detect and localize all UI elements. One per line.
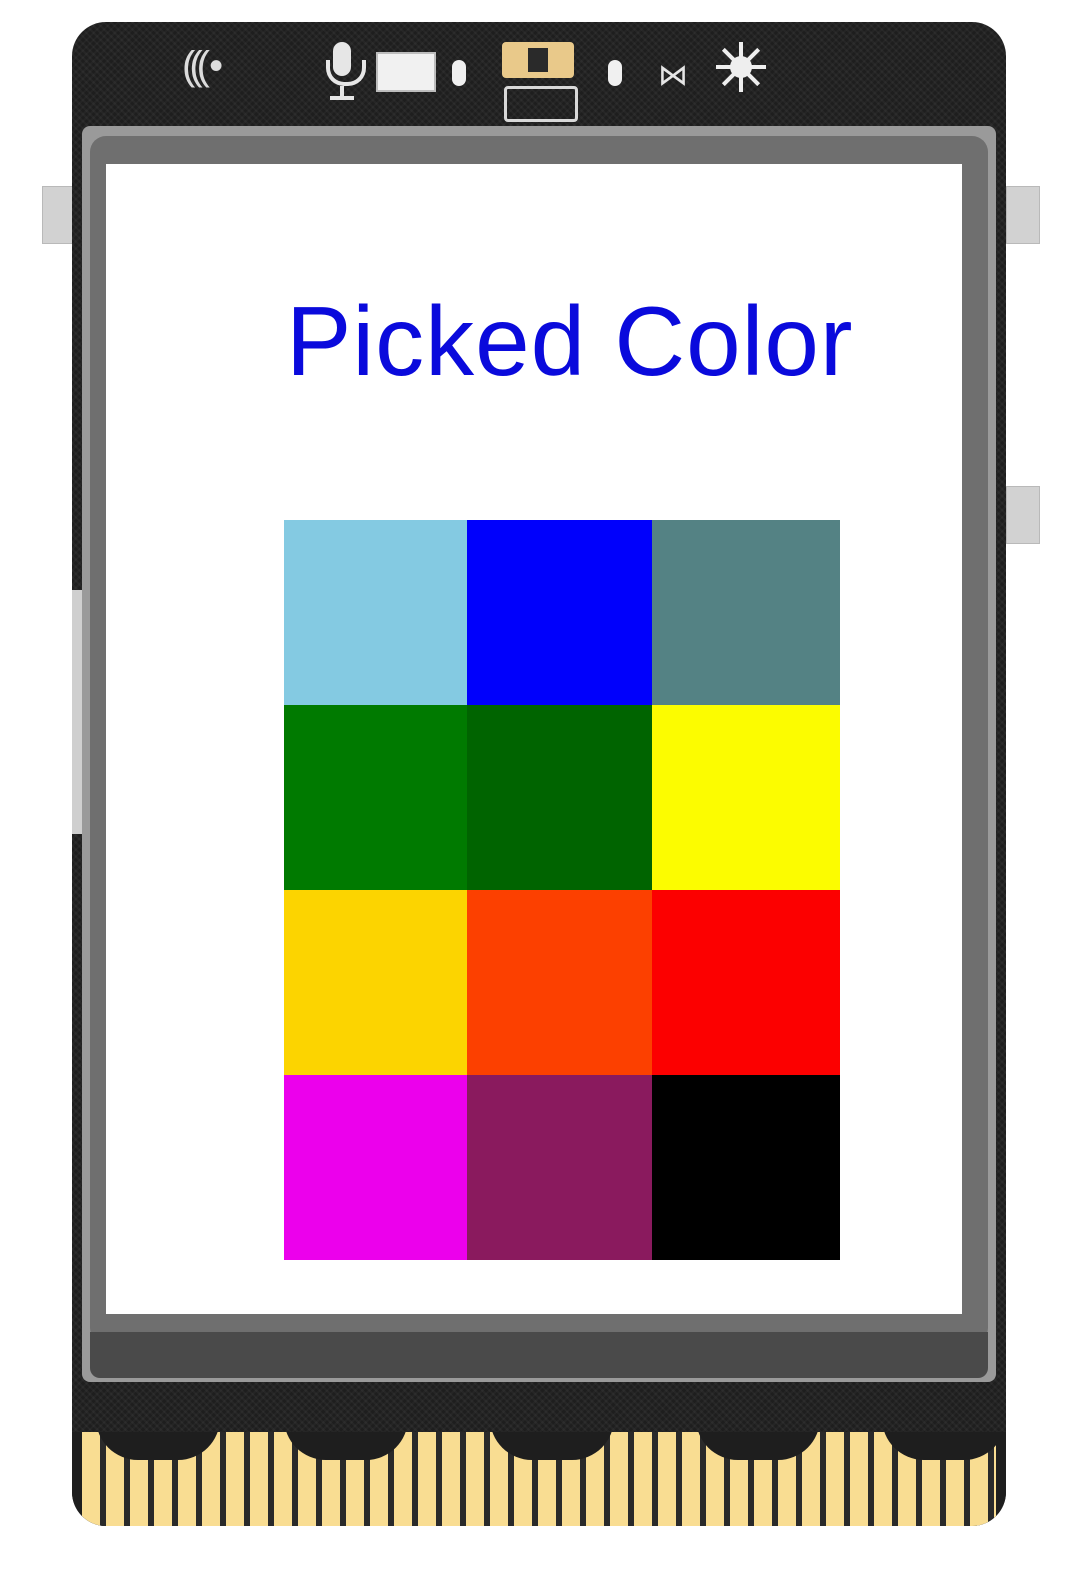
color-swatch[interactable] — [652, 1075, 840, 1260]
indicator-dot-icon — [608, 60, 622, 86]
color-swatch[interactable] — [467, 1075, 652, 1260]
side-strip — [72, 590, 82, 834]
color-swatch[interactable] — [284, 520, 467, 705]
color-swatch[interactable] — [467, 705, 652, 890]
microphone-icon — [322, 42, 366, 104]
edge-connector — [72, 1432, 1006, 1526]
color-swatch[interactable] — [652, 705, 840, 890]
color-swatch[interactable] — [284, 705, 467, 890]
color-swatch[interactable] — [652, 520, 840, 705]
display-screen: Picked Color — [106, 164, 962, 1314]
brightness-icon — [714, 40, 774, 100]
color-swatch[interactable] — [467, 520, 652, 705]
side-button-right-bottom[interactable] — [1006, 486, 1040, 544]
buzzer-icon: ⋈ — [658, 59, 688, 92]
screen-bottom-edge — [90, 1332, 988, 1378]
sensor-bar: ((( • ⋈ — [72, 22, 1006, 132]
device-board: ((( • ⋈ Picked Color — [72, 22, 1006, 1526]
color-palette-grid — [284, 520, 840, 1260]
color-swatch[interactable] — [284, 1075, 467, 1260]
side-button-right-top[interactable] — [1006, 186, 1040, 244]
page-title: Picked Color — [286, 286, 854, 396]
color-swatch[interactable] — [652, 890, 840, 1075]
light-sensor-icon — [376, 52, 436, 92]
led-frame-icon — [504, 86, 578, 122]
indicator-dot-icon — [452, 60, 466, 86]
wireless-signal-icon: ((( • — [182, 44, 223, 88]
side-button-left[interactable] — [42, 186, 76, 244]
color-swatch[interactable] — [467, 890, 652, 1075]
rgb-led-icon — [502, 42, 574, 78]
color-swatch[interactable] — [284, 890, 467, 1075]
